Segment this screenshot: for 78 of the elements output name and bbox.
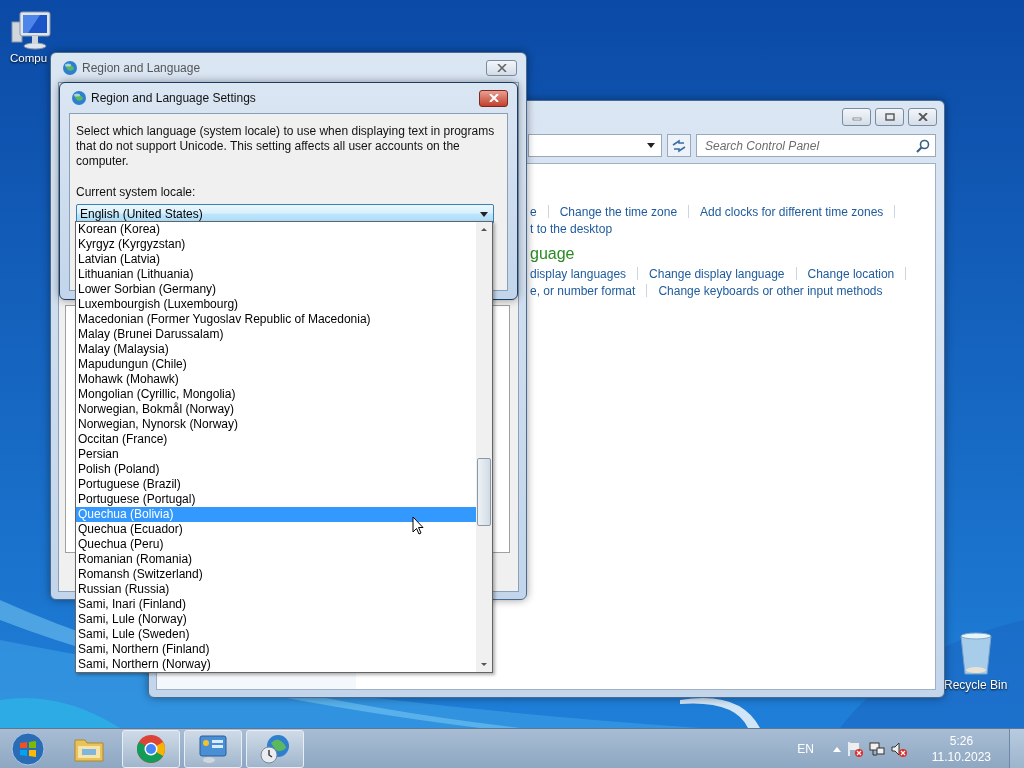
cursor-icon (412, 516, 424, 535)
desktop-icon-label[interactable]: Compu (10, 52, 48, 64)
list-option[interactable]: Portuguese (Brazil) (76, 477, 476, 492)
maximize-button[interactable] (875, 108, 904, 126)
task-link[interactable]: e, or number format (530, 283, 636, 298)
globe-clock-icon (259, 732, 291, 765)
show-desktop-button[interactable] (1009, 728, 1024, 768)
refresh-button[interactable] (667, 134, 691, 157)
list-option[interactable]: Latvian (Latvia) (76, 252, 476, 267)
list-option[interactable]: Mapudungun (Chile) (76, 357, 476, 372)
task-link[interactable]: Change keyboards or other input methods (658, 283, 883, 298)
list-option[interactable]: Mongolian (Cyrillic, Mongolia) (76, 387, 476, 402)
list-option[interactable]: Portuguese (Portugal) (76, 492, 476, 507)
taskbar-button[interactable] (246, 729, 304, 768)
refresh-icon (671, 138, 687, 153)
search-field[interactable]: Search Control Panel (696, 134, 936, 157)
maximize-icon (884, 113, 895, 121)
list-option[interactable]: Luxembourgish (Luxembourg) (76, 297, 476, 312)
dropdown-arrow-icon (647, 143, 655, 148)
control-panel-icon (197, 732, 229, 765)
list-option[interactable]: Sami, Lule (Norway) (76, 612, 476, 627)
search-icon (916, 139, 930, 153)
computer-icon[interactable] (10, 10, 54, 50)
globe-icon (71, 90, 87, 106)
task-link[interactable]: Change the time zone (559, 204, 678, 219)
task-link[interactable]: Add clocks for different time zones (700, 204, 884, 219)
browser-icon (135, 732, 167, 765)
taskbar-button[interactable] (122, 729, 180, 768)
windows-logo-icon (10, 730, 46, 767)
list-option[interactable]: Quechua (Ecuador) (76, 522, 476, 537)
list-option[interactable]: Malay (Malaysia) (76, 342, 476, 357)
task-link[interactable]: e (530, 204, 537, 219)
close-button[interactable] (486, 60, 517, 76)
close-icon (488, 94, 499, 102)
task-link[interactable]: Change display language (649, 266, 785, 281)
task-link[interactable]: Change location (807, 266, 895, 281)
network-icon[interactable] (867, 739, 886, 758)
taskbar-button[interactable] (184, 729, 242, 768)
list-option[interactable]: Kyrgyz (Kyrgyzstan) (76, 237, 476, 252)
list-option[interactable]: Mohawk (Mohawk) (76, 372, 476, 387)
dropdown-arrow-icon (480, 211, 488, 217)
category-heading[interactable]: guage (530, 243, 918, 265)
task-link[interactable]: t to the desktop (530, 221, 613, 236)
list-option[interactable]: Quechua (Peru) (76, 537, 476, 552)
close-icon (496, 64, 507, 72)
list-option[interactable]: Malay (Brunei Darussalam) (76, 327, 476, 342)
minimize-button[interactable] (842, 108, 871, 126)
list-option[interactable]: Sami, Northern (Finland) (76, 642, 476, 657)
list-option[interactable]: Norwegian, Nynorsk (Norway) (76, 417, 476, 432)
field-label: Current system locale: (76, 185, 197, 199)
list-option[interactable]: Russian (Russia) (76, 582, 476, 597)
list-option[interactable]: Sami, Inari (Finland) (76, 597, 476, 612)
list-option[interactable]: Lower Sorbian (Germany) (76, 282, 476, 297)
list-option[interactable]: Romanian (Romania) (76, 552, 476, 567)
desktop-icon-label[interactable]: Recycle Bin (944, 678, 1008, 692)
list-option[interactable]: Sami, Lule (Sweden) (76, 627, 476, 642)
list-option[interactable]: Occitan (France) (76, 432, 476, 447)
address-field[interactable] (528, 134, 662, 157)
close-button[interactable] (908, 108, 937, 126)
window-title: Region and Language Settings (91, 91, 257, 105)
list-option[interactable]: Lithuanian (Lithuania) (76, 267, 476, 282)
flag-icon[interactable] (845, 739, 864, 758)
globe-icon (62, 60, 78, 76)
close-button[interactable] (479, 89, 508, 107)
list-option[interactable]: Polish (Poland) (76, 462, 476, 477)
locale-dropdown[interactable]: English (United States) (76, 204, 494, 224)
window-title: Region and Language (82, 61, 202, 75)
close-icon (917, 113, 928, 121)
list-option[interactable]: Macedonian (Former Yugoslav Republic of Macedonia) (76, 312, 476, 327)
scrollbar[interactable] (476, 222, 492, 672)
list-option[interactable]: Romansh (Switzerland) (76, 567, 476, 582)
list-option[interactable]: Korean (Korea) (76, 222, 476, 237)
list-option[interactable]: Norwegian, Bokmål (Norway) (76, 402, 476, 417)
description-text: Select which language (system locale) to use when displaying text in programs that do not support Unicode. This setting affects all user accounts on the computer. (76, 124, 496, 169)
task-link[interactable]: display languages (530, 266, 627, 281)
list-option[interactable]: Sami, Northern (Norway) (76, 657, 476, 672)
list-option[interactable]: Persian (76, 447, 476, 462)
scroll-thumb[interactable] (477, 458, 491, 526)
